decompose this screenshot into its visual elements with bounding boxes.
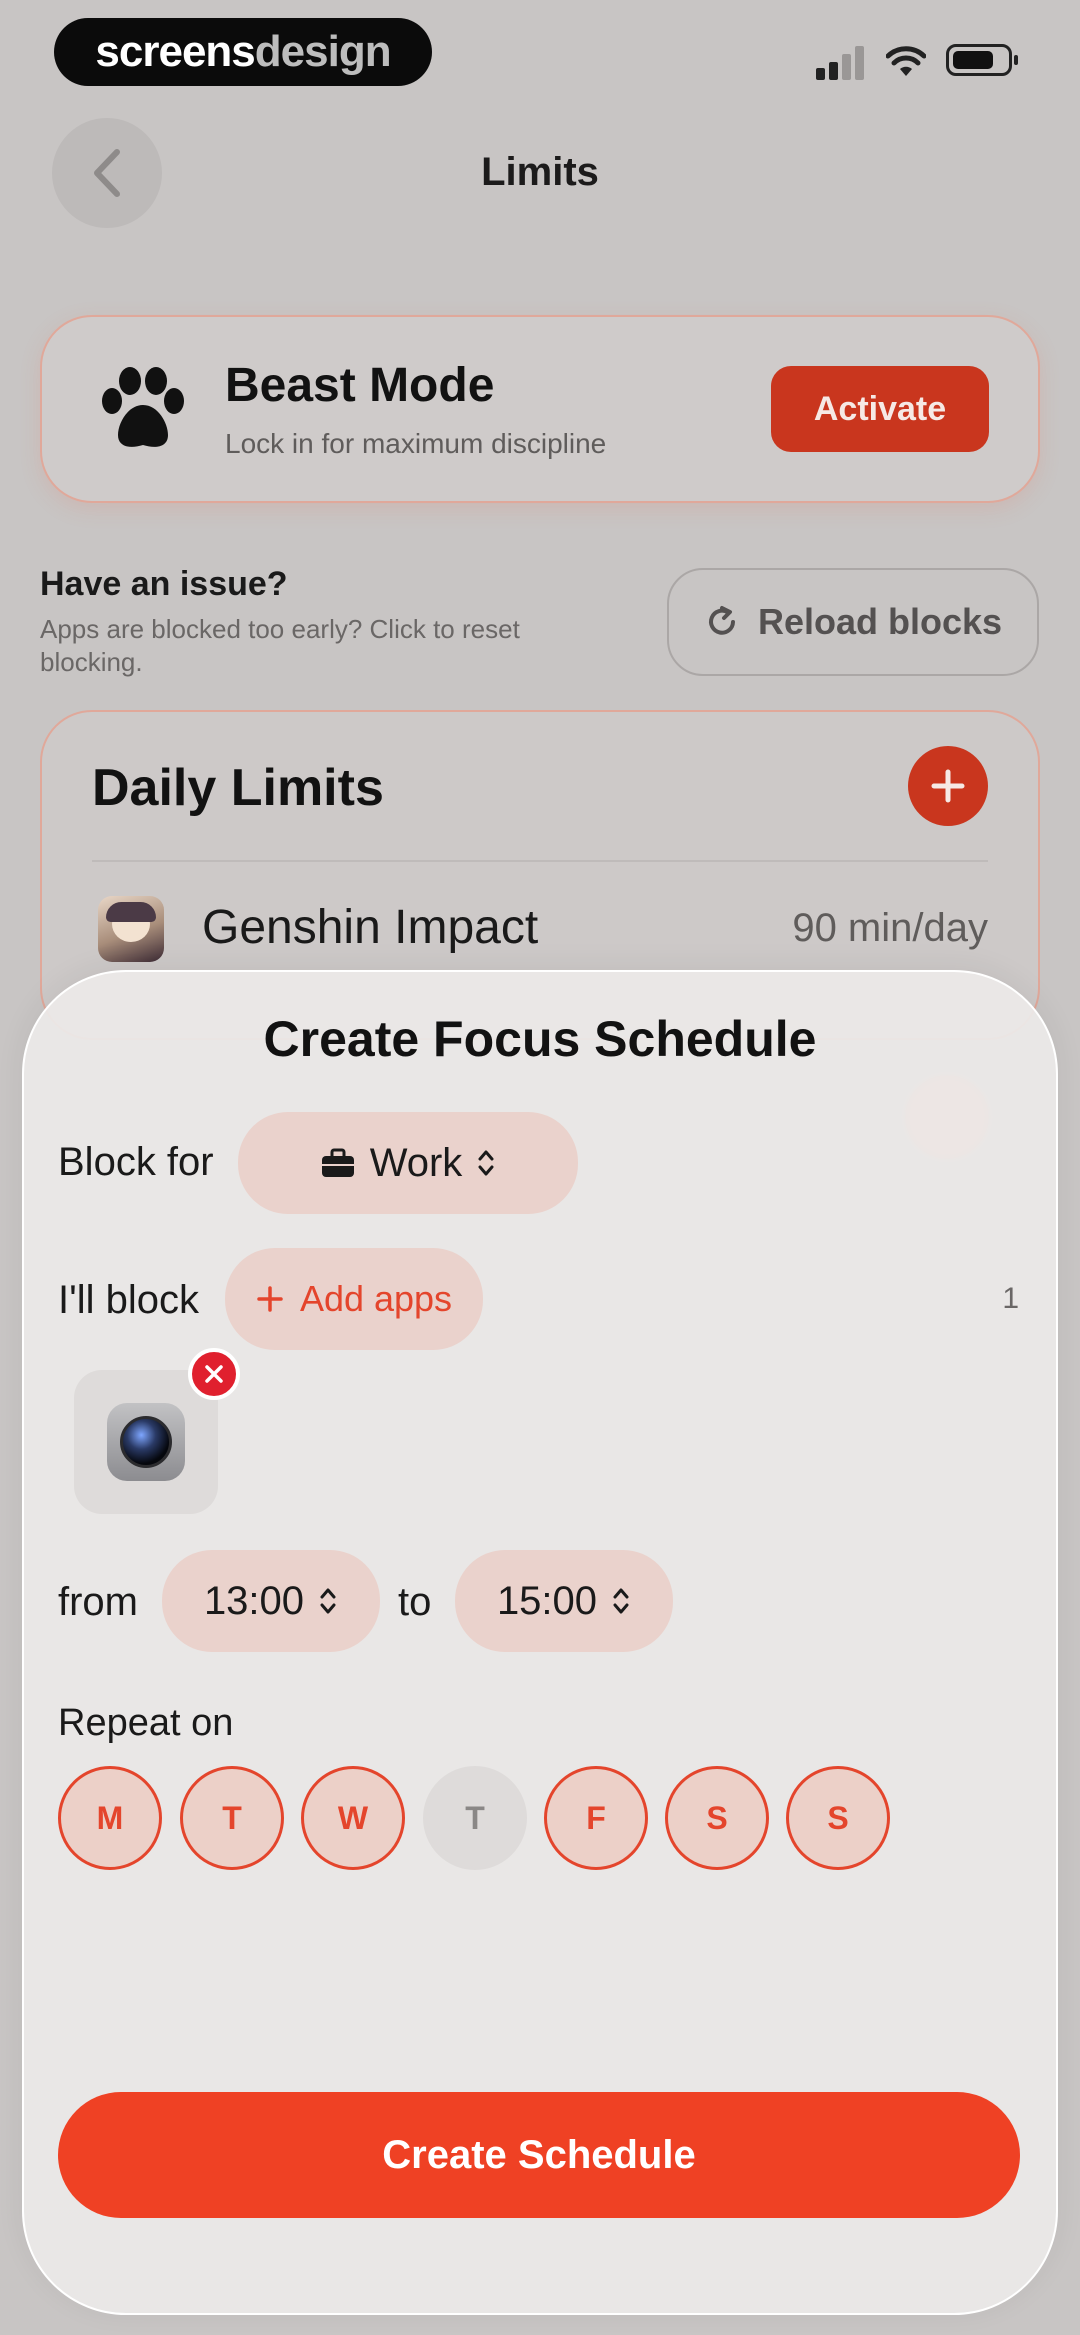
reload-icon xyxy=(709,606,735,635)
chevron-up-down-icon xyxy=(320,1588,336,1614)
plus-icon xyxy=(931,769,965,803)
page-title: Limits xyxy=(481,150,599,194)
day-toggle-wednesday[interactable]: W xyxy=(301,1766,405,1870)
paw-icon xyxy=(102,367,184,447)
cellular-signal-icon xyxy=(816,46,866,80)
beast-mode-subtitle: Lock in for maximum discipline xyxy=(225,428,607,459)
remove-app-button[interactable] xyxy=(188,1348,240,1400)
to-time-value: 15:00 xyxy=(496,1578,598,1623)
to-label: to xyxy=(398,1580,432,1624)
day-toggle-thursday[interactable]: T xyxy=(423,1766,527,1870)
block-for-value: Work xyxy=(369,1140,463,1185)
plus-icon xyxy=(257,1286,283,1312)
issue-subtitle: Apps are blocked too early? Click to res… xyxy=(40,614,520,677)
add-apps-button[interactable]: Add apps xyxy=(225,1248,483,1350)
from-label: from xyxy=(58,1580,138,1624)
repeat-on-label: Repeat on xyxy=(58,1702,234,1744)
daily-limit-value: 90 min/day xyxy=(792,906,988,950)
ill-block-label: I'll block xyxy=(58,1278,200,1322)
selected-apps-count: 1 xyxy=(1002,1282,1019,1315)
day-toggle-saturday[interactable]: S xyxy=(665,1766,769,1870)
battery-icon xyxy=(946,44,1018,76)
genshin-impact-app-icon xyxy=(98,896,164,962)
from-time-value: 13:00 xyxy=(203,1578,305,1623)
divider xyxy=(92,860,988,862)
add-apps-label: Add apps xyxy=(299,1278,453,1319)
sheet-title: Create Focus Schedule xyxy=(263,1011,817,1067)
daily-limits-title: Daily Limits xyxy=(92,759,384,817)
day-toggle-friday[interactable]: F xyxy=(544,1766,648,1870)
reload-blocks-label: Reload blocks xyxy=(757,601,1003,642)
wifi-icon xyxy=(886,46,926,76)
day-toggle-sunday[interactable]: S xyxy=(786,1766,890,1870)
create-schedule-button[interactable]: Create Schedule xyxy=(58,2092,1020,2218)
brand-text-light: design xyxy=(254,27,392,76)
beast-mode-title: Beast Mode xyxy=(225,359,495,412)
chevron-up-down-icon xyxy=(478,1150,494,1176)
brand-text: screens xyxy=(95,27,255,76)
block-for-label: Block for xyxy=(58,1140,214,1184)
close-icon xyxy=(205,1365,223,1383)
status-bar xyxy=(816,40,1080,84)
chevron-up-down-icon xyxy=(613,1588,629,1614)
briefcase-icon xyxy=(321,1148,354,1177)
daily-limit-app-name[interactable]: Genshin Impact xyxy=(202,900,538,955)
day-toggle-monday[interactable]: M xyxy=(58,1766,162,1870)
block-for-select[interactable]: Work xyxy=(238,1112,578,1214)
reload-blocks-button[interactable]: Reload blocks xyxy=(667,568,1039,676)
activate-button[interactable]: Activate xyxy=(771,366,989,452)
add-daily-limit-button[interactable] xyxy=(908,746,988,826)
camera-app-icon xyxy=(107,1403,185,1481)
from-time-picker[interactable]: 13:00 xyxy=(162,1550,380,1652)
day-toggle-tuesday[interactable]: T xyxy=(180,1766,284,1870)
brand-logo: screens design xyxy=(54,18,432,86)
issue-title: Have an issue? xyxy=(40,565,288,603)
to-time-picker[interactable]: 15:00 xyxy=(455,1550,673,1652)
